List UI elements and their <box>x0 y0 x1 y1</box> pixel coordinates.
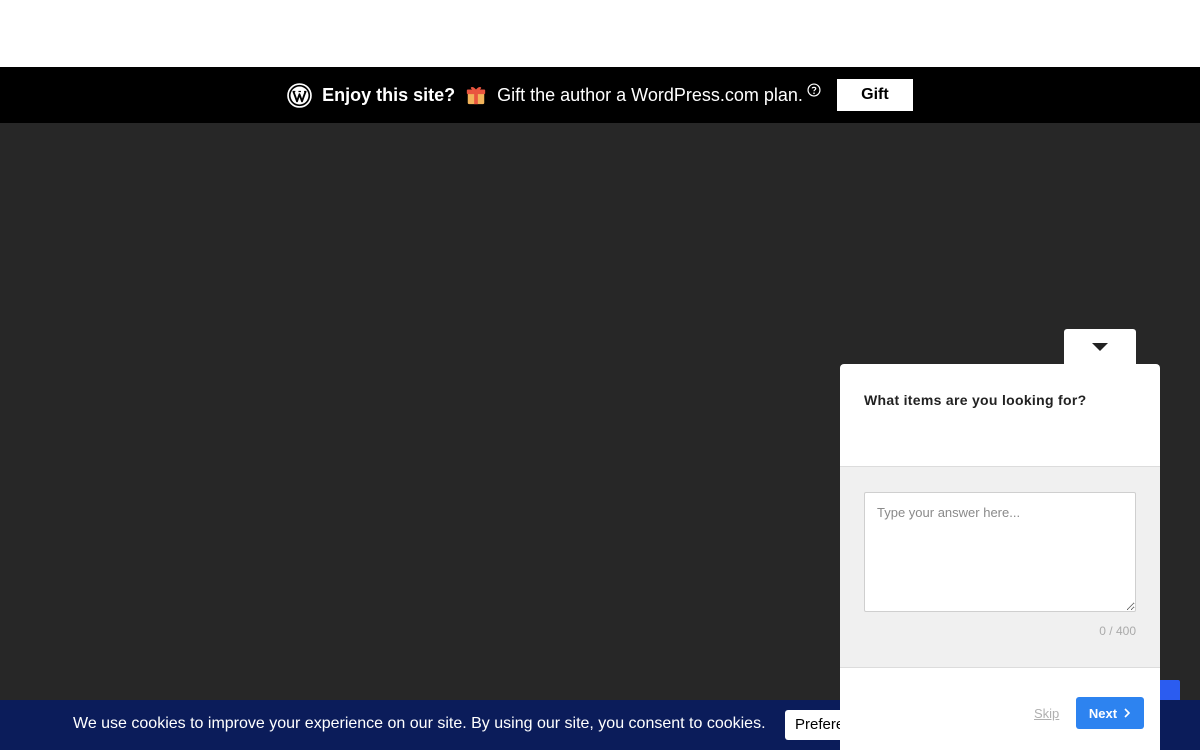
answer-textarea[interactable] <box>864 492 1136 612</box>
gift-icon <box>466 86 486 105</box>
next-button-label: Next <box>1088 705 1118 721</box>
gift-banner: Enjoy this site? Gift the author a WordP… <box>0 67 1200 123</box>
survey-header: What items are you looking for? <box>840 364 1160 467</box>
cookie-message: We use cookies to improve your experienc… <box>73 715 766 732</box>
survey-footer: Skip Next <box>840 668 1160 750</box>
chevron-down-icon <box>1092 343 1108 351</box>
survey-widget: What items are you looking for? 0 / 400 … <box>840 364 1160 750</box>
page-header-area <box>0 0 1200 67</box>
wordpress-logo-icon <box>287 82 312 108</box>
enjoy-text: Enjoy this site? <box>322 84 456 105</box>
skip-link[interactable]: Skip <box>1034 706 1059 721</box>
gift-button[interactable]: Gift <box>836 79 913 111</box>
survey-question: What items are you looking for? <box>864 392 1087 408</box>
survey-collapse-tab[interactable] <box>1064 329 1136 365</box>
character-counter: 0 / 400 <box>1099 624 1136 638</box>
next-button[interactable]: Next <box>1076 697 1144 729</box>
chevron-right-icon <box>1124 708 1131 718</box>
gift-message: Gift the author a WordPress.com plan. <box>497 84 803 105</box>
survey-body: 0 / 400 <box>840 467 1160 668</box>
help-icon[interactable] <box>807 83 821 97</box>
